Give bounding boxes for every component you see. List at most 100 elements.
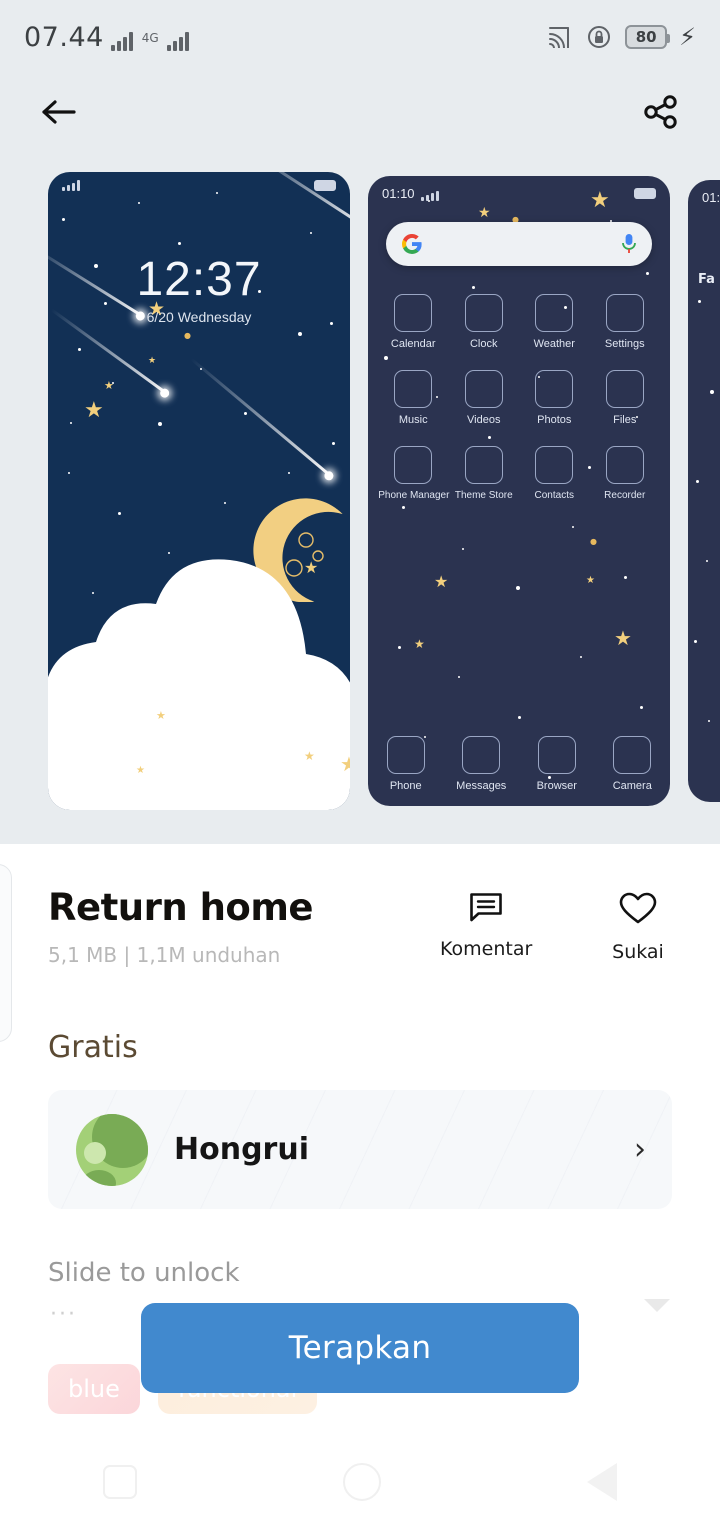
preview-third-statusbar: 01:1 — [688, 190, 720, 205]
chevron-down-icon[interactable] — [644, 1299, 670, 1312]
charging-bolt-icon: ⚡ — [679, 23, 696, 51]
detail-actions: Komentar Sukai — [440, 892, 684, 963]
app-row: Calendar Clock Weather Settings — [378, 294, 660, 350]
star-icon: ★ — [104, 379, 114, 392]
star-icon: ★ — [136, 765, 145, 776]
phone-manager-icon — [394, 446, 433, 484]
app-item[interactable]: Theme Store — [449, 446, 519, 501]
app-item[interactable]: Files — [590, 370, 660, 426]
theme-store-icon — [464, 446, 503, 484]
messages-icon — [462, 736, 501, 774]
app-item[interactable]: Videos — [449, 370, 519, 426]
preview-carousel[interactable]: 12:37 6/20 Wednesday ★ ● ★ ★ ★ ★ ★ ★ ★ ★ — [0, 150, 720, 844]
preview-homescreen[interactable]: 01:10 ★ ★ ● ● ★ ★ ★ ★ Calendar Clock Wea… — [368, 176, 670, 806]
slide-to-unlock-label: Slide to unlock — [48, 1258, 240, 1288]
dock: Phone Messages Browser Camera — [368, 736, 670, 792]
app-item[interactable]: Clock — [449, 294, 519, 350]
star-icon: ★ — [614, 626, 632, 650]
star-icon: ★ — [478, 205, 491, 221]
dock-item[interactable]: Messages — [446, 736, 516, 792]
page-title: Return home — [48, 886, 314, 929]
heart-icon — [619, 892, 657, 924]
app-grid: Calendar Clock Weather Settings Music Vi… — [368, 294, 670, 521]
dock-row: Phone Messages Browser Camera — [368, 736, 670, 792]
phone-icon — [386, 736, 425, 774]
comment-action[interactable]: Komentar — [440, 892, 532, 963]
lock-icon — [587, 25, 611, 49]
clock-icon — [464, 294, 503, 332]
app-label: Phone Manager — [378, 490, 450, 501]
recorder-icon — [605, 446, 644, 484]
preview-signal-icon — [62, 180, 80, 191]
dock-item[interactable]: Browser — [522, 736, 592, 792]
preview-home-time: 01:10 — [382, 186, 415, 201]
music-icon — [394, 370, 433, 408]
microphone-icon[interactable] — [620, 232, 638, 256]
star-icon: ★ — [84, 398, 104, 423]
preview-third-time: 01:1 — [702, 190, 720, 205]
dock-item[interactable]: Camera — [597, 736, 667, 792]
star-icon: ★ — [304, 749, 315, 763]
app-item[interactable]: Photos — [519, 370, 589, 426]
weather-icon — [535, 294, 574, 332]
battery-level: 80 — [635, 28, 657, 46]
avatar — [76, 1113, 148, 1186]
comment-label: Komentar — [440, 938, 533, 960]
photos-icon — [535, 370, 574, 408]
app-label: Music — [398, 414, 428, 426]
recents-square-icon[interactable] — [103, 1465, 137, 1499]
chevron-right-icon: › — [634, 1132, 646, 1167]
app-item[interactable]: Calendar — [378, 294, 448, 350]
contacts-icon — [535, 446, 574, 484]
dock-label: Messages — [456, 780, 507, 792]
app-item[interactable]: Recorder — [590, 446, 660, 501]
app-item[interactable]: Phone Manager — [378, 446, 450, 501]
ellipsis-label: ··· — [50, 1302, 77, 1327]
like-action[interactable]: Sukai — [592, 892, 684, 963]
star-icon: ★ — [148, 356, 157, 366]
app-label: Weather — [533, 338, 575, 350]
preview-battery-icon — [314, 180, 336, 191]
tag-chip[interactable]: blue — [48, 1364, 140, 1414]
preview-signal-icon — [420, 191, 439, 201]
app-label: Settings — [604, 338, 645, 350]
app-row: Music Videos Photos Files — [378, 370, 660, 426]
settings-icon — [605, 294, 644, 332]
preview-third[interactable]: 01:1 Fa — [688, 180, 720, 802]
app-screen: 07.44 4G 80 ⚡ 12:37 6/20 Wednesday ★ ● ★… — [0, 0, 720, 1520]
google-search-bar[interactable] — [386, 222, 652, 266]
preview-lock-clock-block: 12:37 6/20 Wednesday — [48, 252, 350, 325]
home-circle-icon[interactable] — [343, 1463, 381, 1501]
detail-header: Return home 5,1 MB | 1,1M unduhan Koment… — [48, 886, 684, 967]
share-icon[interactable] — [642, 93, 680, 131]
back-triangle-icon[interactable] — [587, 1463, 617, 1501]
battery-icon: 80 — [625, 25, 671, 49]
like-label: Sukai — [612, 941, 664, 963]
star-icon: ★ — [586, 575, 595, 586]
app-item[interactable]: Music — [378, 370, 448, 426]
cloud-shape — [48, 559, 350, 810]
preview-lockscreen[interactable]: 12:37 6/20 Wednesday ★ ● ★ ★ ★ ★ ★ ★ ★ ★ — [48, 172, 350, 810]
dock-label: Phone — [389, 780, 422, 792]
app-item[interactable]: Weather — [519, 294, 589, 350]
preview-lock-date: 6/20 Wednesday — [146, 309, 252, 325]
apply-button[interactable]: Terapkan — [141, 1303, 579, 1393]
dock-label: Camera — [612, 780, 652, 792]
app-label: Recorder — [604, 490, 646, 501]
status-bar: 07.44 4G 80 ⚡ — [0, 0, 720, 74]
browser-icon — [537, 736, 576, 774]
app-item[interactable]: Contacts — [519, 446, 589, 501]
status-time: 07.44 — [24, 21, 104, 53]
preview-lock-time: 12:37 — [136, 253, 262, 306]
files-icon — [605, 370, 644, 408]
dock-item[interactable]: Phone — [371, 736, 441, 792]
app-item[interactable]: Settings — [590, 294, 660, 350]
star-icon: ★ — [156, 709, 166, 722]
camera-icon — [613, 736, 652, 774]
app-label: Calendar — [390, 338, 436, 350]
app-label: Videos — [467, 414, 501, 426]
author-card[interactable]: Hongrui › — [48, 1090, 672, 1209]
app-label: Contacts — [534, 490, 574, 501]
offscreen-card-edge — [0, 864, 12, 1042]
back-arrow-icon[interactable] — [40, 97, 80, 127]
